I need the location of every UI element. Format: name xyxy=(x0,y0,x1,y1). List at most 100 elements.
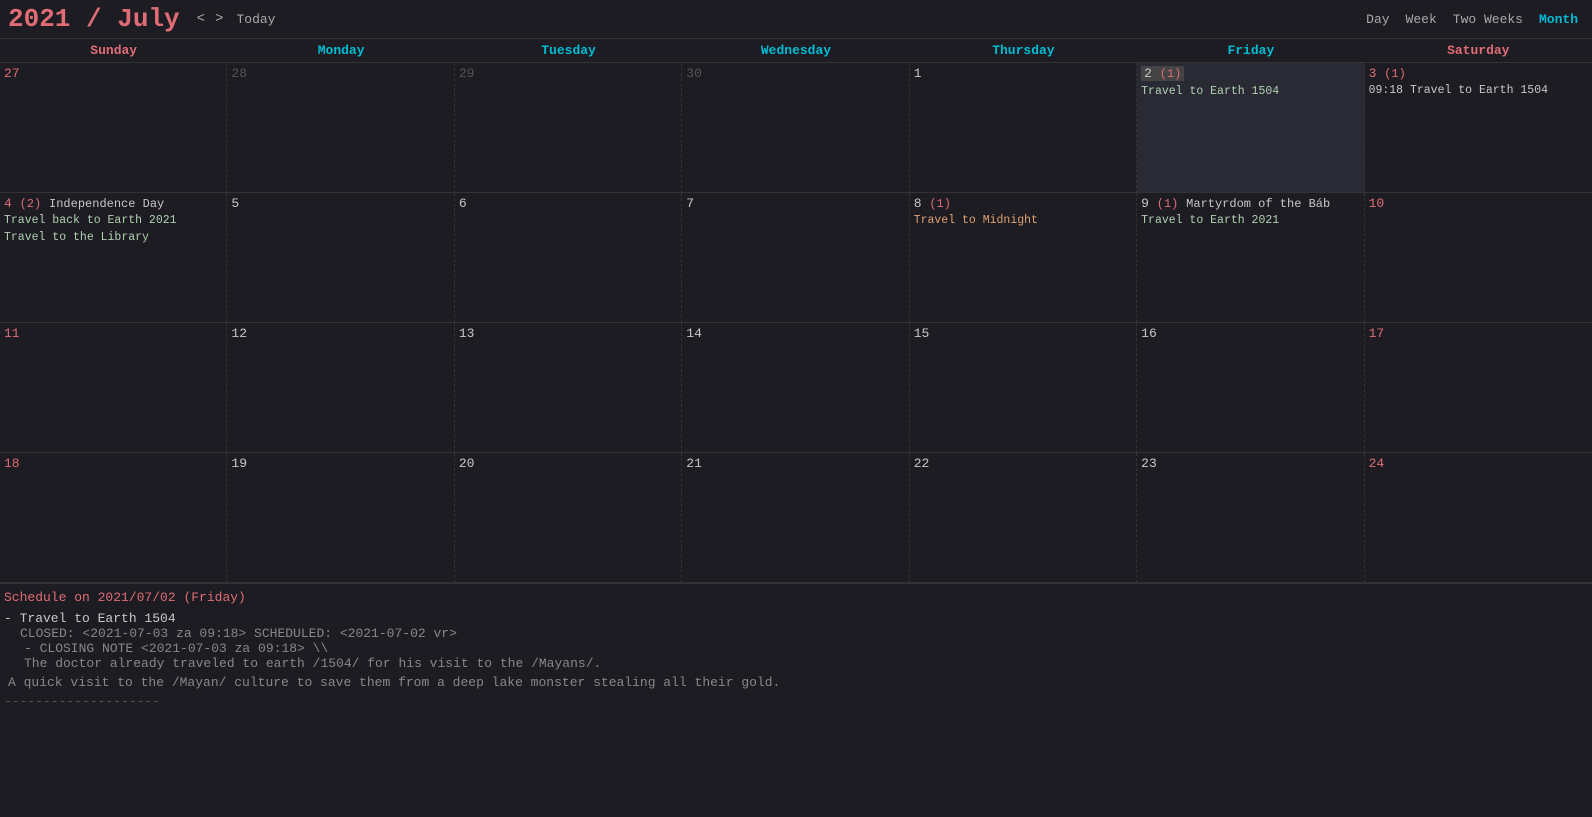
cell-jul6[interactable]: 6 xyxy=(455,193,682,323)
date-jul5: 5 xyxy=(231,196,449,211)
view-day-button[interactable]: Day xyxy=(1360,10,1395,29)
cell-jul22[interactable]: 22 xyxy=(910,453,1137,583)
cell-jun30[interactable]: 30 xyxy=(682,63,909,193)
view-options: Day Week Two Weeks Month xyxy=(1360,10,1584,29)
holiday-jul9: Martyrdom of the Báb xyxy=(1186,197,1330,211)
schedule-title: Schedule on 2021/07/02 (Friday) xyxy=(4,590,1588,605)
date-jul22: 22 xyxy=(914,456,1132,471)
date-jul2: 2 (1) xyxy=(1141,66,1184,81)
date-jul19: 19 xyxy=(231,456,449,471)
separator: / xyxy=(70,4,117,34)
date-jul24: 24 xyxy=(1369,456,1588,471)
cell-jul21[interactable]: 21 xyxy=(682,453,909,583)
schedule-item-meta: CLOSED: <2021-07-03 za 09:18> SCHEDULED:… xyxy=(20,626,1588,641)
date-jul1: 1 xyxy=(914,66,1132,81)
date-jul4: 4 (2) Independence Day xyxy=(4,196,222,211)
schedule-divider: -------------------- xyxy=(4,694,1588,709)
date-jul21: 21 xyxy=(686,456,904,471)
date-jul15: 15 xyxy=(914,326,1132,341)
cell-jun28[interactable]: 28 xyxy=(227,63,454,193)
cell-jul1[interactable]: 1 xyxy=(910,63,1137,193)
cell-jul11[interactable]: 11 xyxy=(0,323,227,453)
cell-jul12[interactable]: 12 xyxy=(227,323,454,453)
count-jul8: (1) xyxy=(929,197,951,211)
prev-button[interactable]: < xyxy=(192,9,210,29)
date-jun27: 27 xyxy=(4,66,222,81)
cell-jul7[interactable]: 7 xyxy=(682,193,909,323)
date-jul16: 16 xyxy=(1141,326,1359,341)
calendar-title: 2021 / July xyxy=(8,4,180,34)
schedule-note-line1: The doctor already traveled to earth /15… xyxy=(24,656,1588,671)
calendar: Sunday Monday Tuesday Wednesday Thursday… xyxy=(0,39,1592,583)
event-jul3-1: 09:18 Travel to Earth 1504 xyxy=(1369,83,1588,99)
date-jul10: 10 xyxy=(1369,196,1588,211)
cell-jul10[interactable]: 10 xyxy=(1365,193,1592,323)
date-jun29: 29 xyxy=(459,66,677,81)
header-saturday: Saturday xyxy=(1365,39,1592,62)
day-headers: Sunday Monday Tuesday Wednesday Thursday… xyxy=(0,39,1592,63)
date-jun30: 30 xyxy=(686,66,904,81)
year-label: 2021 xyxy=(8,4,70,34)
cell-jul13[interactable]: 13 xyxy=(455,323,682,453)
next-button[interactable]: > xyxy=(210,9,228,29)
cell-jul20[interactable]: 20 xyxy=(455,453,682,583)
header-wednesday: Wednesday xyxy=(682,39,909,62)
cell-jul24[interactable]: 24 xyxy=(1365,453,1592,583)
cell-jul9[interactable]: 9 (1) Martyrdom of the Báb Travel to Ear… xyxy=(1137,193,1364,323)
cell-jun27[interactable]: 27 xyxy=(0,63,227,193)
calendar-grid: 27 28 29 30 1 2 (1) Travel to Earth 1504… xyxy=(0,63,1592,583)
date-jul20: 20 xyxy=(459,456,677,471)
date-jul8: 8 (1) xyxy=(914,196,1132,211)
header-monday: Monday xyxy=(227,39,454,62)
view-twoweeks-button[interactable]: Two Weeks xyxy=(1447,10,1529,29)
cell-jul15[interactable]: 15 xyxy=(910,323,1137,453)
cell-jul8[interactable]: 8 (1) Travel to Midnight xyxy=(910,193,1137,323)
event-jul4-1: Travel back to Earth 2021 xyxy=(4,213,222,229)
event-jul8-1: Travel to Midnight xyxy=(914,213,1132,229)
view-month-button[interactable]: Month xyxy=(1533,10,1584,29)
schedule-description: A quick visit to the /Mayan/ culture to … xyxy=(8,675,1588,690)
cell-jul19[interactable]: 19 xyxy=(227,453,454,583)
date-jul7: 7 xyxy=(686,196,904,211)
count-jul2: (1) xyxy=(1160,67,1182,81)
schedule-day: (Friday) xyxy=(183,590,245,605)
today-button[interactable]: Today xyxy=(228,10,283,29)
event-jul2-1: Travel to Earth 1504 xyxy=(1141,84,1359,100)
date-jul13: 13 xyxy=(459,326,677,341)
header-sunday: Sunday xyxy=(0,39,227,62)
calendar-header: 2021 / July < > Today Day Week Two Weeks… xyxy=(0,0,1592,39)
count-jul3: (1) xyxy=(1384,67,1406,81)
header-thursday: Thursday xyxy=(910,39,1137,62)
cell-jul18[interactable]: 18 xyxy=(0,453,227,583)
holiday-jul4: Independence Day xyxy=(49,197,164,211)
date-jul18: 18 xyxy=(4,456,222,471)
cell-jul3[interactable]: 3 (1) 09:18 Travel to Earth 1504 xyxy=(1365,63,1592,193)
cell-jul17[interactable]: 17 xyxy=(1365,323,1592,453)
app-container: 2021 / July < > Today Day Week Two Weeks… xyxy=(0,0,1592,715)
header-tuesday: Tuesday xyxy=(455,39,682,62)
header-friday: Friday xyxy=(1137,39,1364,62)
date-jul14: 14 xyxy=(686,326,904,341)
date-jul17: 17 xyxy=(1369,326,1588,341)
cell-jul14[interactable]: 14 xyxy=(682,323,909,453)
date-jul11: 11 xyxy=(4,326,222,341)
schedule-title-prefix: Schedule on xyxy=(4,590,98,605)
view-week-button[interactable]: Week xyxy=(1400,10,1443,29)
cell-jun29[interactable]: 29 xyxy=(455,63,682,193)
cell-jul5[interactable]: 5 xyxy=(227,193,454,323)
month-label: July xyxy=(117,4,179,34)
event-jul4-2: Travel to the Library xyxy=(4,230,222,246)
cell-jul23[interactable]: 23 xyxy=(1137,453,1364,583)
schedule-item-label: - Travel to Earth 1504 xyxy=(4,611,1588,626)
cell-jul4[interactable]: 4 (2) Independence Day Travel back to Ea… xyxy=(0,193,227,323)
event-jul9-1: Travel to Earth 2021 xyxy=(1141,213,1359,229)
cell-jul2[interactable]: 2 (1) Travel to Earth 1504 xyxy=(1137,63,1364,193)
date-jul3: 3 (1) xyxy=(1369,66,1588,81)
date-jul9: 9 (1) Martyrdom of the Báb xyxy=(1141,196,1359,211)
date-jul23: 23 xyxy=(1141,456,1359,471)
date-jul12: 12 xyxy=(231,326,449,341)
schedule-section: Schedule on 2021/07/02 (Friday) - Travel… xyxy=(0,583,1592,715)
schedule-note-label: - CLOSING NOTE <2021-07-03 za 09:18> \\ xyxy=(24,641,1588,656)
cell-jul16[interactable]: 16 xyxy=(1137,323,1364,453)
count-jul4: (2) xyxy=(20,197,42,211)
